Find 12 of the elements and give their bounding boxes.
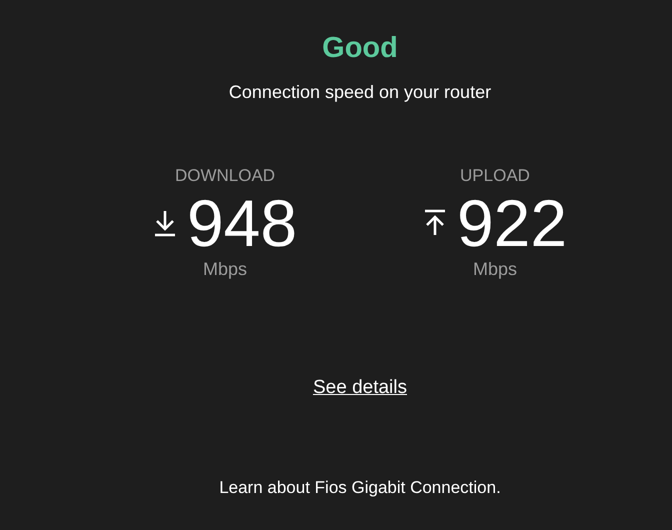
see-details-link[interactable]: See details (312, 378, 407, 397)
upload-icon (422, 209, 447, 237)
speed-value: 922 (456, 190, 568, 256)
learn-more-link[interactable]: Learn about Fios Gigabit Connection. (219, 479, 501, 496)
status-text: Good (322, 34, 398, 63)
speed-value: 948 (186, 190, 298, 256)
subtitle: Connection speed on your router (228, 83, 492, 101)
speed-label: DOWNLOAD (174, 167, 276, 184)
speed-unit: Mbps (202, 260, 247, 278)
speed-unit: Mbps (472, 260, 517, 278)
speed-label: UPLOAD (460, 167, 530, 184)
download-icon (152, 209, 177, 237)
